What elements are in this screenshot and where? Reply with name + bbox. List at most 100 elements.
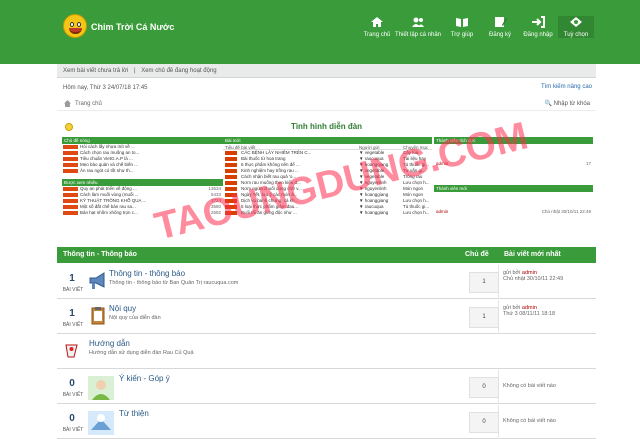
post-count: 0 (69, 378, 75, 389)
hot-badge-icon (63, 199, 78, 203)
latest-date: Chủ nhật 30/10/11 22:49 (503, 276, 564, 282)
topic-count: 0 (469, 412, 499, 433)
nav-home[interactable]: Trang chủ (362, 16, 392, 38)
new-post-title: 6 thực phẩm không nên để ... (241, 162, 300, 167)
poster-name-text: hoanggiang (364, 198, 389, 203)
forum-description: Thông tin - thông báo từ Ban Quản Trị ra… (109, 280, 239, 286)
top-navigation: Trang chủ Thiết lập cá nhân Trợ giúp Đăn… (360, 16, 594, 38)
breadcrumb-home[interactable]: Trang chủ (75, 101, 102, 107)
hot-badge-icon (63, 205, 78, 209)
no-posts-message: Không có bài viết nào (503, 383, 556, 389)
hot-topics-header: Chủ đề nóng (62, 137, 223, 144)
forum-table: Thông tin - Thông báo Chủ đề Bài viết mớ… (57, 247, 596, 439)
active-topics-link[interactable]: Xem chủ đề đang hoạt động (141, 68, 216, 74)
forum-title[interactable]: Thông tin - thông báo (109, 269, 185, 278)
forum-title[interactable]: Từ thiện (119, 409, 149, 418)
hot-topic-title: Cách chọn rau muống an to... (80, 150, 140, 155)
charity-image-icon (88, 411, 114, 435)
home-icon[interactable] (64, 100, 71, 107)
forum-row-guides[interactable]: Hướng dẫn Hướng dẫn sử dụng diễn đàn Rau… (57, 335, 596, 369)
poster-name-text: raucuqua (364, 204, 384, 209)
new-post-title: Bài thuốc từ hoa trang (241, 156, 286, 161)
hot-topic-title: Mẹo bảo quản và chế biến ... (80, 162, 139, 167)
latest-post-column-header: Bài viết mới nhất (504, 251, 561, 258)
nav-register[interactable]: Đăng ký (482, 16, 518, 38)
hot-badge-icon (63, 157, 78, 161)
viewed-topic-title: KỸ THUẬT TRỒNG KHỔ QUA ... (80, 198, 147, 203)
users-icon (412, 17, 424, 27)
forum-title[interactable]: Hướng dẫn (89, 339, 130, 348)
unanswered-posts-link[interactable]: Xem bài viết chưa trả lời (63, 68, 128, 74)
nav-profile-label: Thiết lập cá nhân (394, 32, 442, 38)
book-icon (456, 18, 468, 27)
nav-login[interactable]: Đăng nhập (520, 16, 556, 38)
new-member-row[interactable]: admin Chủ nhật 30/10/11 22:49 (434, 209, 593, 215)
poster-name[interactable]: ▼ hoanggiang (359, 210, 388, 216)
post-count-label: BÀI VIẾT (62, 427, 84, 433)
keyword-search[interactable]: 🔍 Nhập từ khóa (544, 100, 590, 107)
home-icon (371, 17, 383, 27)
login-icon (532, 16, 545, 28)
topic-count: 0 (469, 377, 499, 398)
topic-count: 1 (469, 307, 499, 328)
forum-title[interactable]: Ý kiến - Góp ý (119, 374, 170, 383)
no-posts-message: Không có bài viết nào (503, 418, 556, 424)
forum-description: Hướng dẫn sử dụng diễn đàn Rau Củ Quả (89, 350, 194, 356)
viewed-topic-title: Quy an phát triển về động ... (80, 186, 137, 191)
viewed-topic-title: Bán hạt nhồm xhông trọn c... (80, 210, 138, 215)
new-badge-icon (225, 157, 237, 161)
forum-category-title[interactable]: Thông tin - Thông báo (63, 251, 137, 258)
hot-badge-icon (63, 151, 78, 155)
register-icon (495, 17, 507, 27)
nav-home-label: Trang chủ (363, 32, 391, 38)
latest-date: Thứ 3 08/11/11 18:18 (503, 311, 556, 317)
nav-login-label: Đăng nhập (523, 32, 553, 38)
settings-icon (570, 17, 582, 27)
hot-badge-icon (63, 145, 78, 149)
new-badge-icon (225, 169, 237, 173)
megaphone-icon (89, 272, 105, 289)
nav-options[interactable]: Tuỳ chọn (558, 16, 594, 38)
site-header: Chim Trời Cá Nước Trang chủ Thiết lập cá… (0, 0, 640, 64)
hot-topic-item[interactable]: Ăn rau ngót có tốt như th... (62, 168, 223, 174)
new-badge-icon (225, 163, 237, 167)
new-badge-icon (225, 151, 237, 155)
forum-description: Nội quy của diễn đàn (109, 315, 161, 321)
new-post-title: CÁC BỆNH LÂY NHIỄM TRÊN C... (241, 150, 312, 155)
hot-badge-icon (63, 163, 78, 167)
smiley-logo-icon[interactable] (63, 14, 87, 38)
new-badge-icon (225, 181, 237, 185)
new-posts-header: Bài mới (223, 137, 432, 144)
forum-category-header: Thông tin - Thông báo Chủ đề Bài viết mớ… (57, 247, 596, 263)
viewed-topic-title: Cách làm muối vùng (muối ... (80, 192, 139, 197)
nav-register-label: Đăng ký (488, 32, 511, 38)
clipboard-icon (91, 307, 105, 325)
hot-topic-title: Ăn rau ngót có tốt như th... (80, 168, 134, 173)
post-count: 1 (69, 273, 75, 284)
forum-row-announcements[interactable]: 1 BÀI VIẾT Thông tin - thông báo Thông t… (57, 265, 596, 299)
most-viewed-header: Được xem nhiều (62, 179, 223, 186)
post-count: 0 (69, 413, 75, 424)
post-count-label: BÀI VIẾT (62, 392, 84, 398)
post-count-label: BÀI VIẾT (62, 287, 84, 293)
nav-help[interactable]: Trợ giúp (444, 16, 480, 38)
quick-links-bar: Xem bài viết chưa trả lời | Xem chủ đề đ… (57, 64, 596, 78)
forum-row-charity[interactable]: 0 BÀI VIẾT Từ thiện 0 Không có bài viết … (57, 405, 596, 439)
poster-name-text: hoanggiang (364, 210, 389, 215)
site-title[interactable]: Chim Trời Cá Nước (91, 22, 174, 32)
new-member-name[interactable]: admin (436, 209, 448, 214)
nav-profile-settings[interactable]: Thiết lập cá nhân (394, 16, 442, 38)
forum-row-rules[interactable]: 1 BÀI VIẾT Nội quy Nội quy của diễn đàn … (57, 300, 596, 334)
new-badge-icon (225, 175, 237, 179)
hot-badge-icon (63, 187, 78, 191)
separator: | (133, 68, 136, 74)
latest-post: gửi bởi admin Chủ nhật 30/10/11 22:49 (503, 270, 563, 282)
forum-row-feedback[interactable]: 0 BÀI VIẾT Ý kiến - Góp ý 0 Không có bài… (57, 370, 596, 404)
forum-title[interactable]: Nội quy (109, 304, 136, 313)
advanced-search-link[interactable]: Tìm kiếm nâng cao (541, 84, 592, 90)
post-count-label: BÀI VIẾT (62, 322, 84, 328)
latest-post: gửi bởi admin Thứ 3 08/11/11 18:18 (503, 305, 555, 317)
new-members-header: Thành viên mới (434, 185, 593, 192)
forum-name[interactable]: Lưu chọn h... (403, 210, 430, 216)
search-placeholder: Nhập từ khóa (553, 101, 590, 107)
